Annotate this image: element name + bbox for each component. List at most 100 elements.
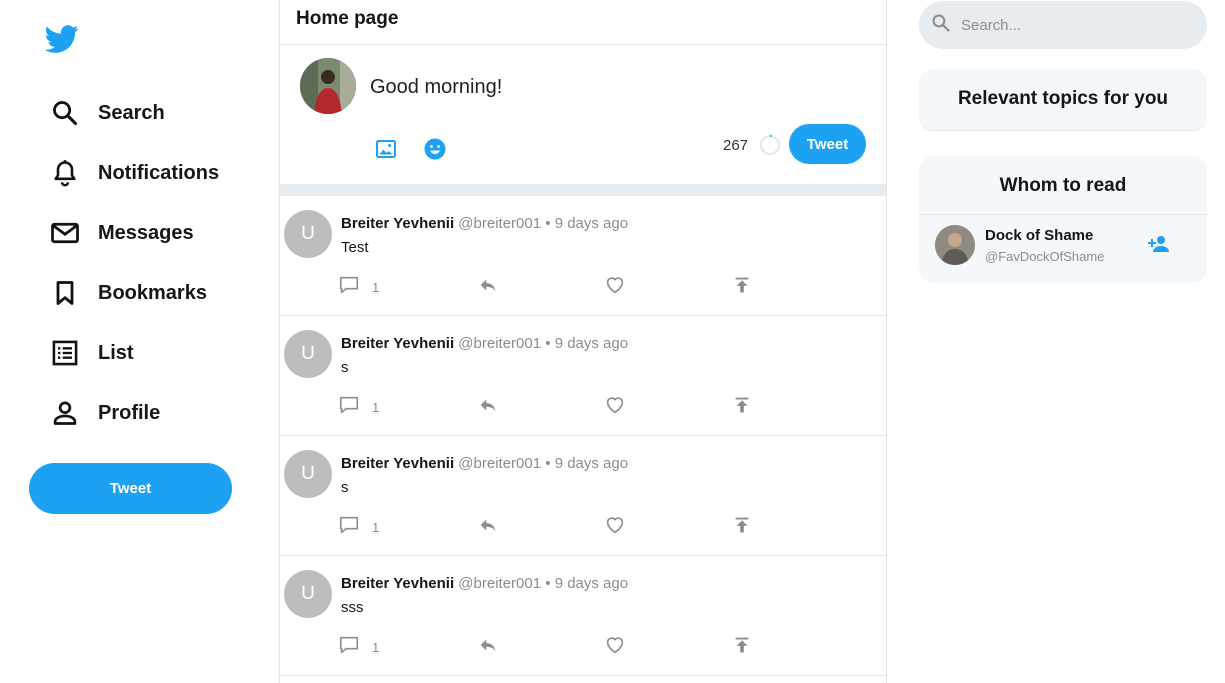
nav-item-list[interactable]: List [50, 333, 250, 373]
add-user-icon[interactable] [1147, 232, 1171, 256]
timestamp: 9 days ago [554, 215, 629, 232]
reply-count: 1 [372, 399, 380, 415]
like-button[interactable] [604, 276, 626, 298]
sidebar-tweet-button[interactable]: Tweet [29, 463, 232, 514]
tweet-header: Breiter Yevhenii @breiter001 • 9 days ag… [341, 215, 628, 232]
reply-button[interactable]: 1 [338, 516, 379, 538]
nav-label: Notifications [98, 161, 220, 184]
comment-icon [338, 394, 360, 421]
comment-icon [338, 274, 360, 301]
separator: • [545, 215, 551, 232]
author-handle: @breiter001 [458, 455, 542, 472]
nav-item-messages[interactable]: Messages [50, 213, 250, 253]
comment-icon [338, 514, 360, 541]
search-icon [50, 98, 80, 128]
nav-item-search[interactable]: Search [50, 93, 250, 133]
nav-item-profile[interactable]: Profile [50, 393, 250, 433]
like-button[interactable] [604, 636, 626, 658]
twitter-bird-icon[interactable] [43, 22, 81, 56]
tweet-item[interactable]: U Breiter Yevhenii @breiter001 • 9 days … [280, 556, 886, 676]
heart-icon [604, 274, 626, 301]
avatar: U [284, 330, 332, 378]
char-progress-ring [759, 134, 781, 156]
upload-icon [731, 634, 753, 661]
like-button[interactable] [604, 396, 626, 418]
reply-button[interactable]: 1 [338, 636, 379, 658]
author-name[interactable]: Breiter Yevhenii [341, 215, 454, 232]
page-title: Home page [296, 8, 399, 29]
bell-icon [50, 158, 80, 188]
char-counter: 267 [723, 137, 749, 154]
separator: • [545, 335, 551, 352]
nav-label: Search [98, 101, 165, 124]
author-name[interactable]: Breiter Yevhenii [341, 335, 454, 352]
suggestion-handle: @FavDockOfShame [985, 249, 1105, 264]
reply-count: 1 [372, 279, 380, 295]
share-button[interactable] [731, 276, 753, 298]
retweet-button[interactable] [477, 396, 499, 418]
heart-icon [604, 394, 626, 421]
list-icon [50, 338, 80, 368]
whom-to-read-panel: Whom to read Dock of Shame @FavDockOfSha… [919, 156, 1207, 283]
reply-arrow-icon [477, 274, 499, 301]
avatar [300, 58, 356, 114]
tweet-header: Breiter Yevhenii @breiter001 • 9 days ag… [341, 455, 628, 472]
share-button[interactable] [731, 516, 753, 538]
tweet-composer: Good morning! 267 Tweet [280, 45, 886, 184]
reply-arrow-icon [477, 514, 499, 541]
nav-item-bookmarks[interactable]: Bookmarks [50, 273, 250, 313]
avatar: U [284, 570, 332, 618]
topics-title: Relevant topics for you [957, 88, 1169, 109]
comment-icon [338, 634, 360, 661]
retweet-button[interactable] [477, 276, 499, 298]
reply-arrow-icon [477, 634, 499, 661]
share-button[interactable] [731, 636, 753, 658]
author-name[interactable]: Breiter Yevhenii [341, 575, 454, 592]
tweet-text: s [341, 359, 349, 376]
compose-input[interactable]: Good morning! [370, 76, 502, 99]
nav-label: Profile [98, 401, 161, 424]
heart-icon [604, 634, 626, 661]
tweet-text: s [341, 479, 349, 496]
search-input[interactable] [961, 16, 1181, 34]
search-box[interactable] [919, 1, 1207, 49]
bookmark-icon [50, 278, 80, 308]
tweet-item[interactable]: U Breiter Yevhenii @breiter001 • 9 days … [280, 436, 886, 556]
author-name[interactable]: Breiter Yevhenii [341, 455, 454, 472]
image-icon[interactable] [374, 137, 398, 161]
topics-panel: Relevant topics for you [919, 69, 1207, 131]
upload-icon [731, 514, 753, 541]
main-timeline: Home page Good morning! 267 Tweet U Brei… [279, 0, 887, 683]
like-button[interactable] [604, 516, 626, 538]
tweet-text: sss [341, 599, 364, 616]
retweet-button[interactable] [477, 516, 499, 538]
reply-button[interactable]: 1 [338, 396, 379, 418]
whom-to-read-title: Whom to read [919, 156, 1207, 215]
avatar [935, 225, 975, 265]
reply-count: 1 [372, 519, 380, 535]
avatar: U [284, 450, 332, 498]
person-icon [50, 398, 80, 428]
left-sidebar: Search Notifications Messages Bookmarks … [0, 0, 279, 683]
author-handle: @breiter001 [458, 215, 542, 232]
tweet-item[interactable]: U Breiter Yevhenii @breiter001 • 9 days … [280, 316, 886, 436]
share-button[interactable] [731, 396, 753, 418]
suggestion-item[interactable]: Dock of Shame @FavDockOfShame [919, 215, 1207, 281]
upload-icon [731, 274, 753, 301]
composer-tweet-button[interactable]: Tweet [789, 124, 866, 164]
mail-icon [50, 218, 80, 248]
upload-icon [731, 394, 753, 421]
author-handle: @breiter001 [458, 335, 542, 352]
avatar: U [284, 210, 332, 258]
timestamp: 9 days ago [554, 575, 629, 592]
retweet-button[interactable] [477, 636, 499, 658]
nav-item-notifications[interactable]: Notifications [50, 153, 250, 193]
search-icon [931, 13, 951, 38]
reply-arrow-icon [477, 394, 499, 421]
suggestion-name[interactable]: Dock of Shame [985, 227, 1093, 244]
timestamp: 9 days ago [554, 335, 629, 352]
reply-button[interactable]: 1 [338, 276, 379, 298]
tweet-item[interactable]: U Breiter Yevhenii @breiter001 • 9 days … [280, 196, 886, 316]
nav-label: Bookmarks [98, 281, 207, 304]
emoji-icon[interactable] [423, 137, 447, 161]
